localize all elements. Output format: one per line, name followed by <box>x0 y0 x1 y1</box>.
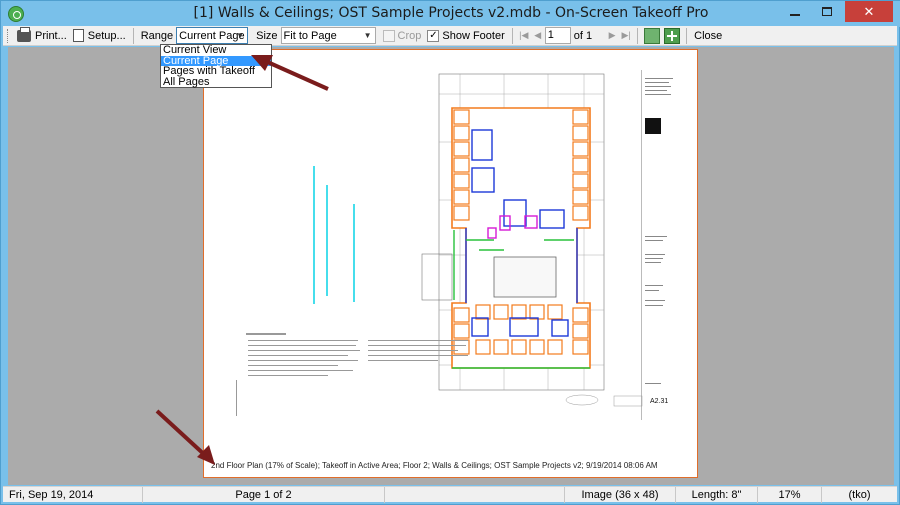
status-date: Fri, Sep 19, 2014 <box>3 487 143 503</box>
crop-checkbox[interactable]: Crop <box>380 27 425 45</box>
crop-checkbox-box <box>382 29 395 42</box>
sheet-number: A2.31 <box>650 398 668 405</box>
toolbar-separator <box>686 27 688 44</box>
chevron-down-icon: ▼ <box>363 31 372 40</box>
next-page-icon: ▶ <box>608 30 616 40</box>
print-page-preview: A2.31 <box>203 49 698 478</box>
printer-icon <box>17 26 31 42</box>
floor-plan-drawing: A2.31 <box>236 70 673 420</box>
status-bar: Fri, Sep 19, 2014 Page 1 of 2 Image (36 … <box>3 486 897 503</box>
range-dropdown-list: Current View Current Page Pages with Takeo… <box>160 44 272 88</box>
status-image-size: Image (36 x 48) <box>565 487 676 503</box>
range-label: Range <box>140 29 174 42</box>
multi-page-view-button[interactable] <box>664 27 681 44</box>
setup-label: Setup... <box>87 29 126 42</box>
first-page-button[interactable]: |◀ <box>517 28 531 44</box>
setup-button[interactable]: Setup... <box>70 27 129 45</box>
status-page: Page 1 of 2 <box>143 487 385 503</box>
window-title: [1] Walls & Ceilings; OST Sample Project… <box>193 5 709 21</box>
close-window-button[interactable]: ✕ <box>845 1 893 22</box>
maximize-button[interactable] <box>813 1 841 22</box>
checkmark-icon: ✓ <box>427 29 440 42</box>
range-option[interactable]: Pages with Takeoff <box>161 66 271 77</box>
toolbar-separator <box>132 27 134 44</box>
first-page-icon: |◀ <box>519 30 529 40</box>
show-footer-label: Show Footer <box>442 29 505 42</box>
crop-label: Crop <box>397 29 422 42</box>
range-option[interactable]: All Pages <box>161 76 271 88</box>
range-select[interactable]: Current Page ▼ <box>176 27 249 44</box>
maximize-icon <box>822 7 832 16</box>
size-value: Fit to Page <box>283 29 337 42</box>
last-page-icon: ▶| <box>621 30 631 40</box>
next-page-button[interactable]: ▶ <box>605 28 619 44</box>
print-label: Print... <box>35 29 67 42</box>
page-setup-icon <box>72 29 84 42</box>
previous-page-button[interactable]: ◀ <box>531 28 545 44</box>
status-mode: (tko) <box>848 489 871 501</box>
previous-page-icon: ◀ <box>534 30 542 40</box>
toolbar-separator <box>637 27 639 44</box>
toolbar-separator <box>511 27 513 44</box>
size-select[interactable]: Fit to Page ▼ <box>280 27 376 44</box>
close-icon: ✕ <box>863 3 875 19</box>
app-window: [1] Walls & Ceilings; OST Sample Project… <box>0 0 900 505</box>
status-zoom: 17% <box>758 487 822 503</box>
page-count-label: of 1 <box>573 29 593 42</box>
print-preview-toolbar: Print... Setup... Range Current Page ▼ S… <box>3 26 897 46</box>
preview-footer-caption: 2nd Floor Plan (17% of Scale); Takeoff i… <box>211 461 658 470</box>
status-length: Length: 8" <box>676 487 758 503</box>
chevron-down-icon: ▼ <box>236 31 245 40</box>
print-button[interactable]: Print... <box>14 26 70 45</box>
page-number-input[interactable]: 1 <box>544 27 571 44</box>
status-blank <box>385 487 565 503</box>
close-preview-button[interactable]: Close <box>691 27 725 45</box>
range-option[interactable]: Current View <box>161 45 271 56</box>
title-bar: [1] Walls & Ceilings; OST Sample Project… <box>1 1 900 27</box>
minimize-icon <box>790 13 800 16</box>
single-page-view-button[interactable] <box>644 27 661 44</box>
minimize-button[interactable] <box>781 1 809 22</box>
toolbar-grip[interactable] <box>7 28 10 43</box>
last-page-button[interactable]: ▶| <box>619 28 633 44</box>
size-label: Size <box>256 29 278 42</box>
show-footer-checkbox[interactable]: ✓ Show Footer <box>424 27 507 45</box>
